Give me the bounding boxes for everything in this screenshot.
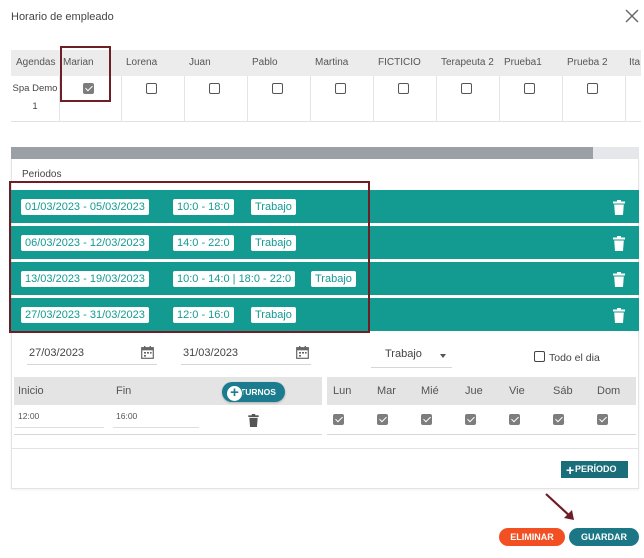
employee-checkbox-prueba-2[interactable]: [587, 83, 598, 94]
employee-header-martina: Martina: [315, 57, 349, 68]
section-divider: [11, 448, 639, 449]
periods-highlight-box: [9, 181, 370, 333]
plus-icon: +: [226, 385, 243, 402]
employee-header-juan: Juan: [189, 57, 211, 68]
trash-icon[interactable]: [613, 308, 625, 323]
trash-icon[interactable]: [613, 272, 625, 287]
shift-end-input[interactable]: 16:00: [113, 410, 199, 428]
weekday-checkbox-wed[interactable]: [421, 414, 432, 425]
weekday-label-thu: Jue: [465, 385, 483, 397]
employee-checkbox-lorena[interactable]: [146, 83, 157, 94]
employee-header-ficticio: FICTICIO: [378, 57, 421, 68]
employee-checkbox-ficticio[interactable]: [398, 83, 409, 94]
annotation-arrow-icon: [545, 493, 574, 520]
trash-icon[interactable]: [613, 200, 625, 215]
close-icon[interactable]: [622, 6, 642, 26]
weekday-label-sun: Dom: [597, 385, 621, 397]
all-day-checkbox[interactable]: [534, 351, 545, 362]
employee-checkbox-martina[interactable]: [335, 83, 346, 94]
weekday-label-mon: Lun: [333, 385, 352, 397]
weekday-label-tue: Mar: [377, 385, 396, 397]
start-date-field[interactable]: 27/03/2023: [27, 343, 157, 365]
employee-checkbox-terapeuta-2[interactable]: [461, 83, 472, 94]
shift-end-header: Fin: [116, 385, 132, 397]
agendas-column-header: Agendas: [16, 57, 56, 68]
weekday-label-fri: Vie: [509, 385, 525, 397]
all-day-label: Todo el dia: [549, 352, 600, 364]
employee-checkbox-juan[interactable]: [209, 83, 220, 94]
weekday-checkbox-thu[interactable]: [465, 414, 476, 425]
employee-header-prueba1: Prueba1: [504, 57, 542, 68]
delete-button[interactable]: ELIMINAR: [499, 528, 565, 546]
trash-icon[interactable]: [248, 414, 259, 427]
weekday-checkbox-sat[interactable]: [553, 414, 564, 425]
scrollbar-thumb[interactable]: [11, 147, 593, 159]
calendar-icon[interactable]: [141, 346, 154, 359]
trash-icon[interactable]: [613, 236, 625, 251]
employee-checkbox-pablo[interactable]: [272, 83, 283, 94]
weekday-checkbox-mon[interactable]: [333, 414, 344, 425]
weekday-label-sat: Sáb: [553, 385, 573, 397]
weekday-table-header: Lun Mar Mié Jue Vie Sáb Dom: [327, 377, 636, 405]
calendar-icon[interactable]: [296, 346, 309, 359]
weekday-row-divider: [327, 434, 636, 435]
save-button[interactable]: GUARDAR: [569, 528, 639, 546]
agenda-name: Spa Demo 1: [12, 83, 58, 112]
period-type-value: Trabajo: [385, 348, 422, 360]
employee-header-terapeuta-2: Terapeuta 2: [441, 57, 494, 68]
marian-highlight-box: [60, 46, 111, 102]
horizontal-scrollbar[interactable]: [11, 147, 639, 159]
plus-icon: +: [566, 462, 575, 478]
employee-header-lorena: Lorena: [126, 57, 158, 68]
shift-start-header: Inicio: [18, 385, 44, 397]
shift-start-input[interactable]: 12:00: [15, 410, 104, 428]
dialog-title: Horario de empleado: [11, 11, 114, 23]
weekday-label-wed: Mié: [421, 385, 439, 397]
weekday-checkbox-tue[interactable]: [377, 414, 388, 425]
employee-header-prueba-2: Prueba 2: [567, 57, 608, 68]
employee-checkbox-prueba1[interactable]: [524, 83, 535, 94]
end-date-field[interactable]: 31/03/2023: [181, 343, 311, 365]
employee-header-pablo: Pablo: [252, 57, 278, 68]
period-type-select[interactable]: Trabajo: [371, 342, 452, 368]
shift-row-divider: [14, 434, 322, 435]
employee-header-ita: Ita: [629, 57, 641, 68]
chevron-down-icon: [440, 354, 446, 358]
weekday-checkbox-fri[interactable]: [509, 414, 520, 425]
periods-label: Periodos: [22, 169, 62, 180]
weekday-checkbox-sun[interactable]: [597, 414, 608, 425]
